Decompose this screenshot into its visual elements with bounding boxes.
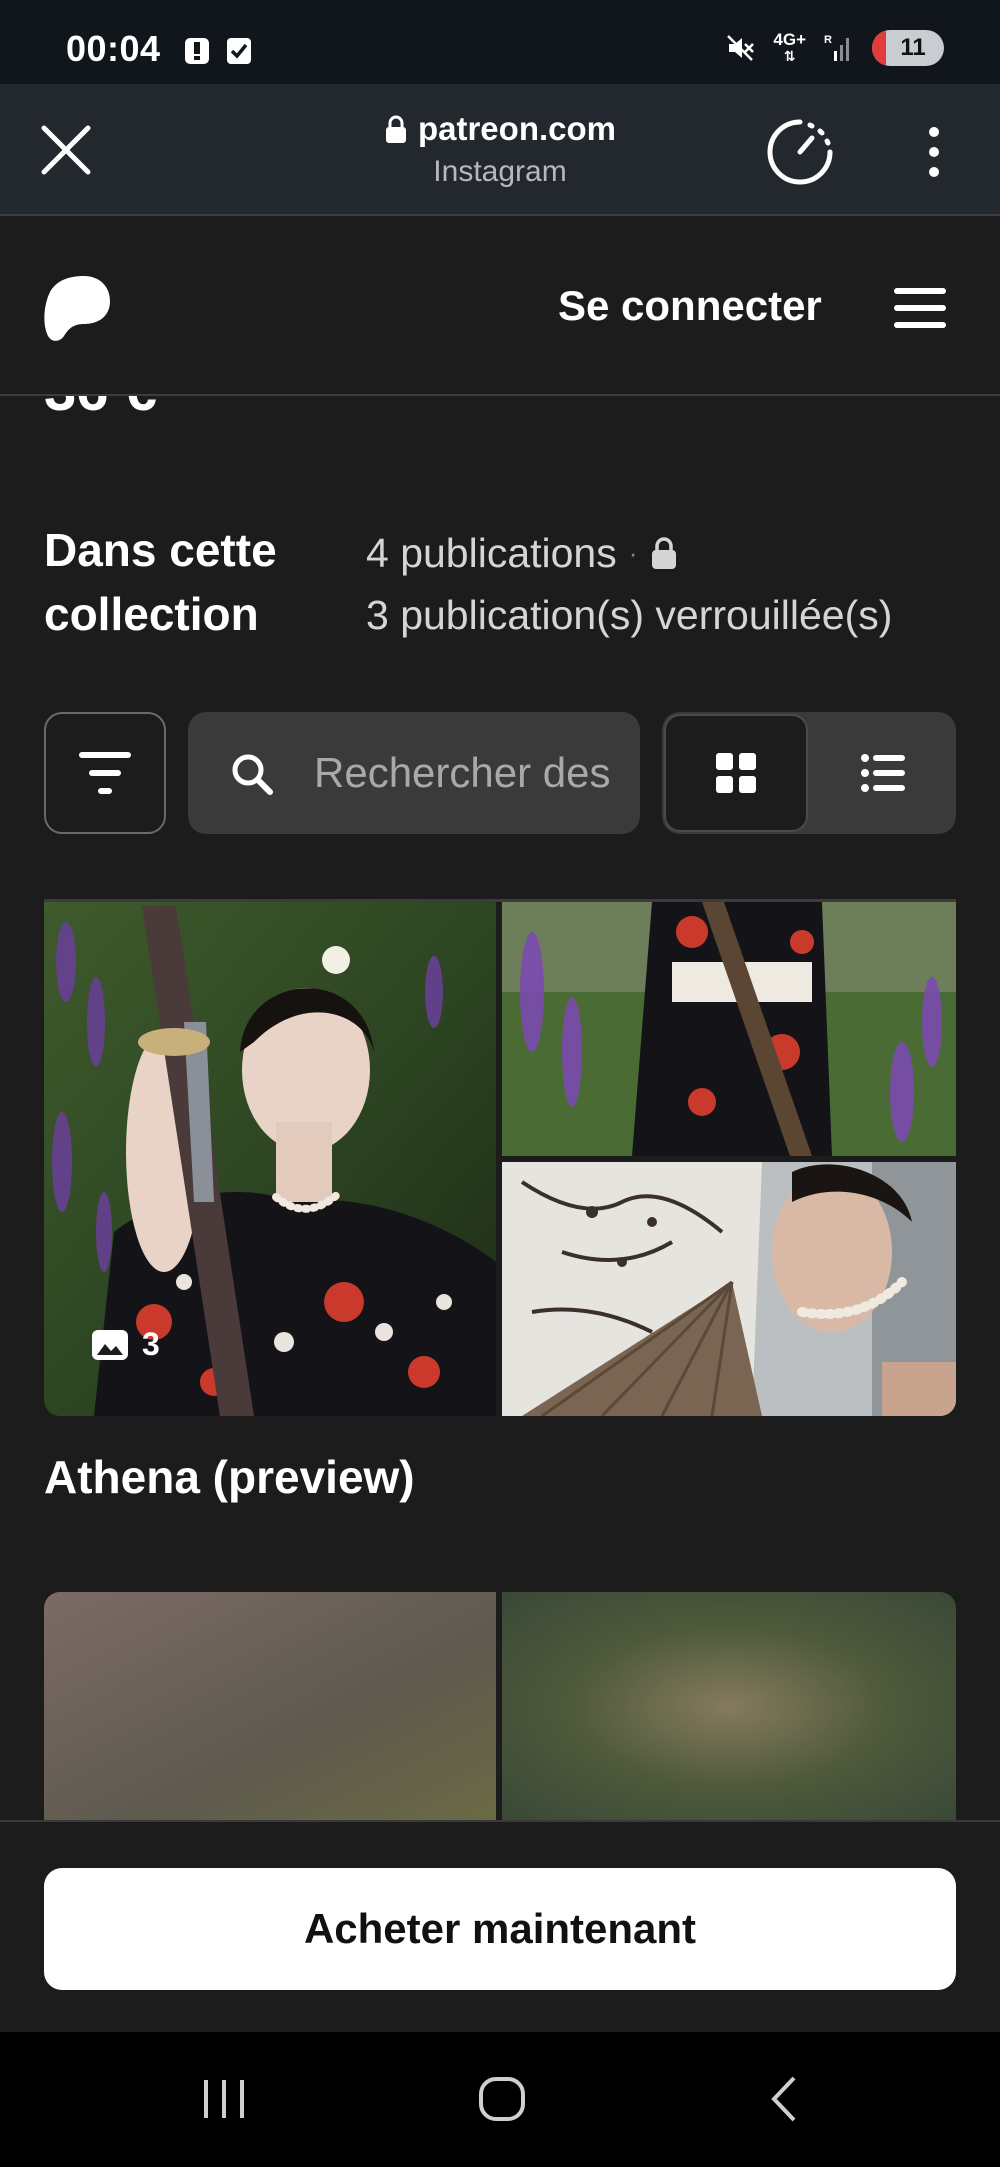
search-box[interactable] <box>188 712 640 834</box>
check-icon <box>227 38 251 64</box>
buy-now-button[interactable]: Acheter maintenant <box>44 1868 956 1990</box>
status-time: 00:04 <box>66 28 161 69</box>
locked-preview <box>44 1592 956 1822</box>
search-input[interactable] <box>314 734 624 812</box>
grid-view-icon <box>716 753 756 793</box>
lock-icon <box>652 537 677 569</box>
lock-icon <box>385 115 406 143</box>
network-indicator: 4G+ ⇅ <box>773 30 806 64</box>
patreon-logo[interactable] <box>44 274 110 342</box>
status-right: 4G+ ⇅ R 11 <box>725 28 944 68</box>
purchase-bar: Acheter maintenant <box>0 1820 1000 2032</box>
signin-link[interactable]: Se connecter <box>558 282 822 330</box>
image-icon <box>92 1329 128 1360</box>
collection-label: Dans cette collection <box>44 524 277 640</box>
url-domain: patreon.com <box>417 110 617 147</box>
url-source: Instagram <box>433 155 567 188</box>
speed-icon[interactable] <box>766 118 834 186</box>
svg-text:R: R <box>824 34 832 46</box>
battery-indicator: 11 <box>872 30 944 66</box>
image-count-badge: 3 <box>92 1326 160 1363</box>
more-icon[interactable] <box>914 124 954 180</box>
browser-toolbar: patreon.com Instagram <box>0 84 1000 216</box>
post-title[interactable]: Athena (preview) <box>44 1450 415 1504</box>
view-toggle <box>662 712 956 834</box>
signal-icon: R <box>824 34 849 61</box>
post-image-tertiary <box>502 1162 956 1416</box>
filter-icon <box>79 752 131 794</box>
recent-apps-icon[interactable] <box>200 2074 248 2124</box>
home-icon[interactable] <box>478 2074 526 2124</box>
system-nav-bar <box>0 2032 1000 2167</box>
collection-info: 4 publications · 3 publication(s) verrou… <box>366 522 892 646</box>
list-view-button[interactable] <box>812 714 954 832</box>
post-card-image[interactable]: 3 <box>44 902 956 1416</box>
locked-count: 3 publication(s) verrouillée(s) <box>366 592 893 638</box>
filter-button[interactable] <box>44 712 166 834</box>
search-icon <box>232 754 273 795</box>
menu-icon[interactable] <box>894 288 946 328</box>
alert-icon <box>185 38 209 64</box>
site-header: Se connecter <box>0 218 1000 396</box>
list-view-icon <box>861 754 905 792</box>
screen: 00:04 4G+ ⇅ R 11 patreon.com Instagram S… <box>0 0 1000 2167</box>
back-icon[interactable] <box>764 2074 804 2124</box>
status-bar: 00:04 4G+ ⇅ R 11 <box>0 0 1000 84</box>
posts-count: 4 publications <box>366 530 617 576</box>
post-image-main: 3 <box>44 902 496 1416</box>
post-card-locked[interactable] <box>44 1592 956 1822</box>
address-bar[interactable]: patreon.com Instagram <box>300 110 700 189</box>
post-image-secondary <box>502 902 956 1156</box>
close-icon[interactable] <box>36 120 96 180</box>
mute-icon <box>727 35 755 61</box>
grid-view-button[interactable] <box>664 714 808 832</box>
